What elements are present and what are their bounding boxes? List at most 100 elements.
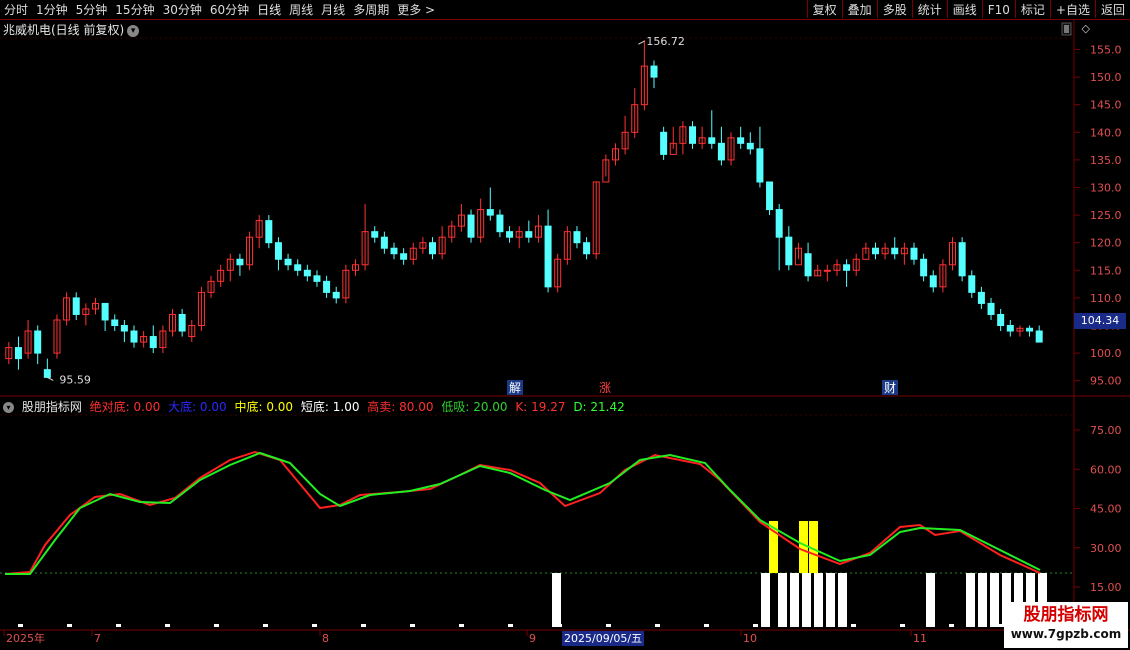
candle-body <box>708 137 716 144</box>
param-k: K: 19.27 <box>515 400 566 414</box>
candle-body <box>236 258 244 266</box>
y-tick-label: 95.00 <box>1090 375 1122 388</box>
short-bottom-bar <box>838 573 847 627</box>
base-dot <box>606 624 611 627</box>
ind-tick-label: 75.00 <box>1090 424 1122 437</box>
candle-body <box>717 142 725 161</box>
candle-body <box>871 247 879 255</box>
candle-body <box>737 137 745 144</box>
y-tick-label: 135.0 <box>1090 154 1122 167</box>
ind-tick-label: 60.00 <box>1090 463 1122 476</box>
base-dot <box>802 624 807 627</box>
base-dot <box>900 624 905 627</box>
x-tick-label: 11 <box>913 632 927 645</box>
base-dot <box>998 624 1003 627</box>
event-marker: 财 <box>884 381 896 395</box>
kline-chart: 155.0 150.0 145.0 140.0 135.0 130.0 125.0 120.0… <box>0 20 1130 645</box>
x-tick-label: 9 <box>529 632 536 645</box>
base-dot <box>655 624 660 627</box>
y-tick-label: 115.0 <box>1090 264 1122 277</box>
short-bottom-bar <box>978 573 987 627</box>
candle-body <box>72 297 80 315</box>
candle-body <box>380 236 388 249</box>
candle-body <box>496 214 504 233</box>
base-dot <box>214 624 219 627</box>
candle-body <box>987 302 995 315</box>
short-bottom-bar <box>826 573 835 627</box>
watermark-logo: 股朋指标网 www.7gpzb.com <box>1004 602 1128 648</box>
candle-body <box>689 126 697 144</box>
watermark-url: www.7gpzb.com <box>1010 627 1122 641</box>
candle-body <box>43 369 51 378</box>
base-dot <box>361 624 366 627</box>
base-dot <box>312 624 317 627</box>
candle-body <box>130 330 138 343</box>
high-label: 156.72 <box>646 35 685 48</box>
y-tick-label: 110.0 <box>1090 292 1122 305</box>
candle-body <box>1035 330 1043 343</box>
base-dot <box>459 624 464 627</box>
short-bottom-bar <box>790 573 799 627</box>
candle-body <box>371 231 379 238</box>
candle-body <box>400 253 408 260</box>
short-bottom-bar <box>966 573 975 627</box>
short-bottom-bar <box>814 573 823 627</box>
candle-body <box>1026 327 1034 332</box>
candle-body <box>506 231 514 238</box>
x-tick-label: 2025年 <box>6 631 45 645</box>
base-dot <box>410 624 415 627</box>
candle-body <box>525 231 533 238</box>
candle-body <box>823 269 831 272</box>
candle-body <box>977 291 985 304</box>
chevron-down-icon[interactable]: ▾ <box>3 402 14 413</box>
base-dot <box>851 624 856 627</box>
candle-body <box>660 131 668 155</box>
x-tick-label: 10 <box>743 632 757 645</box>
cursor-date: 2025/09/05/五 <box>562 631 645 646</box>
candle-body <box>467 214 475 238</box>
candle-body <box>929 275 937 288</box>
candle-body <box>303 269 311 277</box>
param-d: D: 21.42 <box>573 400 625 414</box>
base-dot <box>263 624 268 627</box>
candle-body <box>910 247 918 260</box>
candle-body <box>332 291 340 299</box>
candle-body <box>265 220 273 244</box>
param-mid-bottom: 中底: 0.00 <box>234 400 294 414</box>
base-dot <box>116 624 121 627</box>
last-price-tag: 104.34 <box>1074 313 1126 329</box>
base-dot <box>557 624 562 627</box>
candle-body <box>920 258 928 277</box>
candle-body <box>14 347 22 360</box>
short-bottom-bar <box>778 573 787 627</box>
candle-body <box>120 325 128 332</box>
short-bottom-bar <box>926 573 935 627</box>
ind-tick-label: 15.00 <box>1090 581 1122 594</box>
base-dot <box>949 624 954 627</box>
d-line <box>5 451 1041 575</box>
param-high-sell: 高卖: 80.00 <box>367 400 434 414</box>
candle-body <box>766 181 774 211</box>
event-marker: 解 <box>509 381 521 395</box>
candle-body <box>544 225 552 288</box>
candle-body <box>178 313 186 332</box>
base-dot <box>165 624 170 627</box>
ind-tick-label: 45.00 <box>1090 503 1122 516</box>
candle-body <box>746 142 754 150</box>
candle-body <box>323 280 331 293</box>
candle-body <box>968 275 976 293</box>
base-dot <box>67 624 72 627</box>
candle-body <box>573 231 581 244</box>
base-dot <box>753 624 758 627</box>
low-label: 95.59 <box>59 373 90 386</box>
candle-body <box>486 209 494 216</box>
candle-body <box>958 242 966 277</box>
candle-body <box>101 302 109 321</box>
candle-body <box>274 242 282 260</box>
param-absolute-bottom: 绝对底: 0.00 <box>89 400 161 414</box>
candle-body <box>997 313 1005 326</box>
param-big-bottom: 大底: 0.00 <box>168 400 227 414</box>
candle-body <box>111 319 119 327</box>
candle-body <box>284 258 292 266</box>
event-marker: 涨 <box>599 380 611 395</box>
